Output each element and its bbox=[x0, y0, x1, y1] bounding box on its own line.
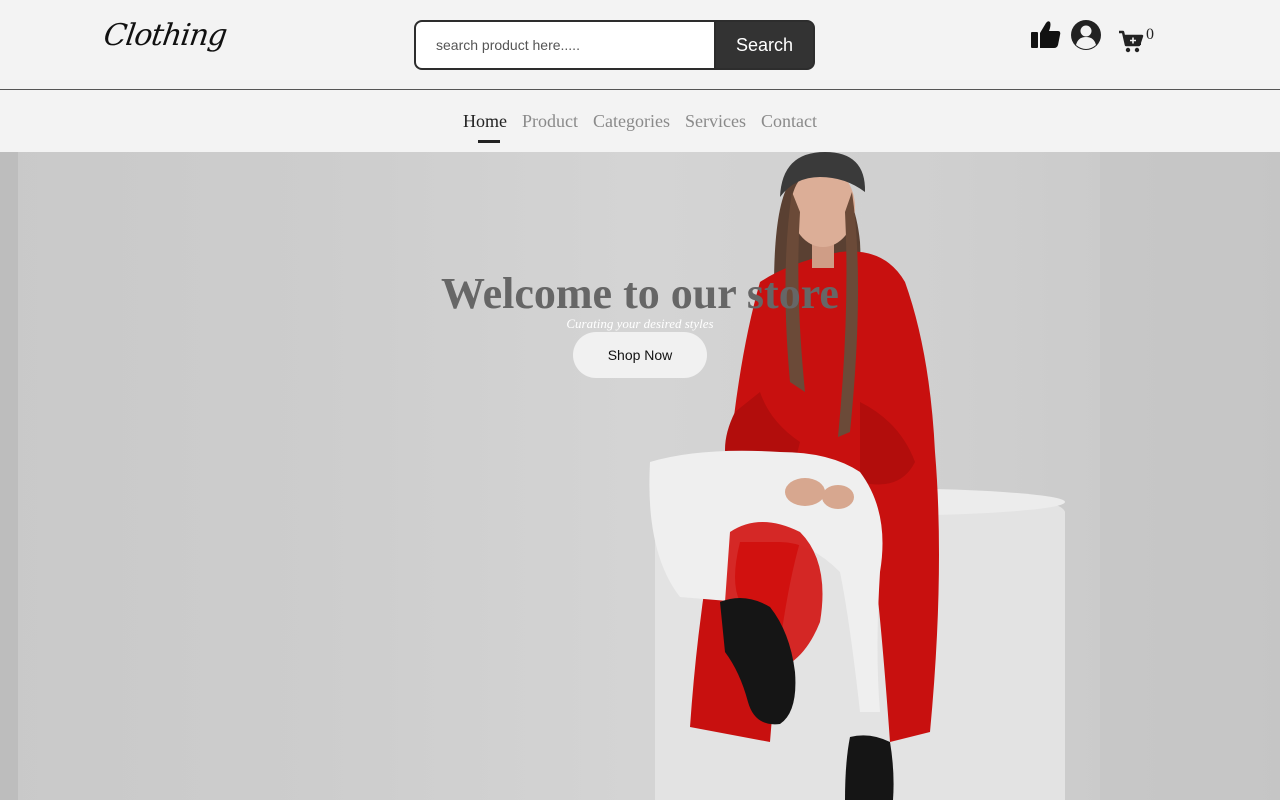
cart-count-badge: 0 bbox=[1146, 26, 1154, 43]
nav-item-services[interactable]: Services bbox=[685, 111, 746, 132]
brand-logo[interactable]: Clothing bbox=[102, 18, 229, 53]
nav-item-categories[interactable]: Categories bbox=[593, 111, 670, 132]
hero-title: Welcome to our store bbox=[441, 269, 839, 318]
main-nav: Home Product Categories Services Contact bbox=[0, 91, 1280, 152]
nav-item-home[interactable]: Home bbox=[463, 111, 507, 143]
site-header: Clothing Search 0 bbox=[0, 0, 1280, 90]
hero-model-image bbox=[0, 152, 1280, 800]
cart-plus-icon[interactable] bbox=[1118, 30, 1144, 54]
user-circle-icon[interactable] bbox=[1070, 19, 1102, 51]
hero-subtitle: Curating your desired styles bbox=[566, 316, 714, 331]
search-button[interactable]: Search bbox=[714, 20, 815, 70]
nav-list: Home Product Categories Services Contact bbox=[463, 111, 817, 143]
thumbs-up-icon[interactable] bbox=[1030, 20, 1062, 50]
shop-now-button[interactable]: Shop Now bbox=[573, 332, 707, 378]
search-bar: Search bbox=[414, 20, 815, 70]
search-input[interactable] bbox=[414, 20, 714, 70]
nav-item-contact[interactable]: Contact bbox=[761, 111, 817, 132]
hero-banner: Welcome to our store Curating your desir… bbox=[0, 152, 1280, 800]
nav-item-product[interactable]: Product bbox=[522, 111, 578, 132]
